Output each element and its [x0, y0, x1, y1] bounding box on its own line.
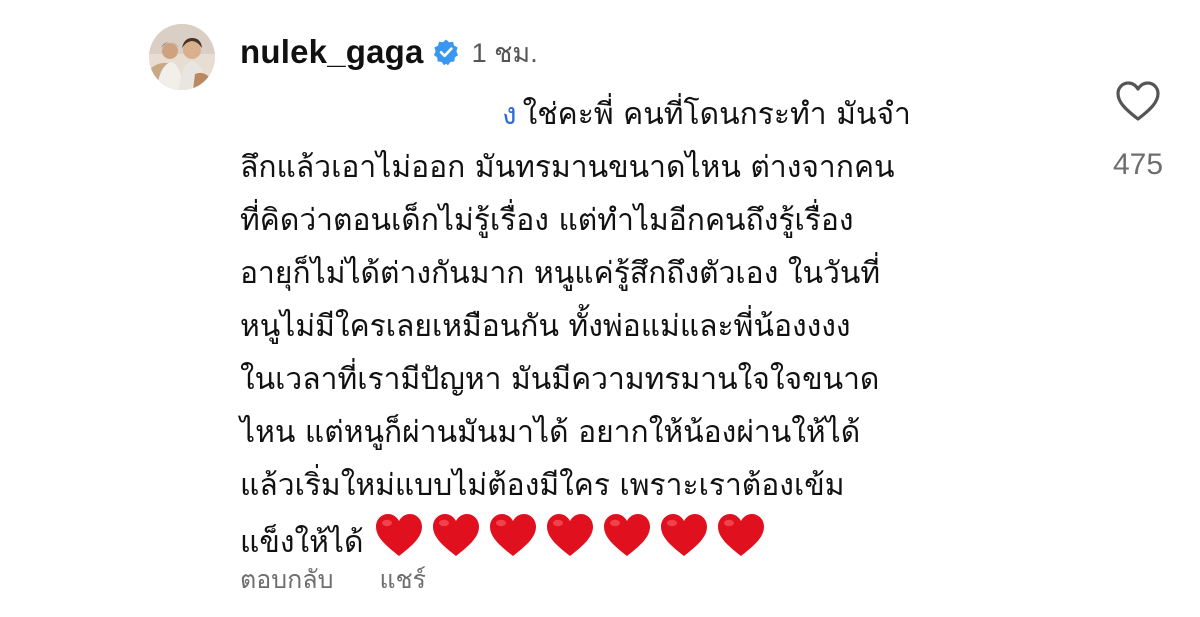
comment-line: แข็งให้ได้	[240, 512, 1070, 565]
share-button[interactable]: แชร์	[379, 560, 426, 600]
mention-mark: ง	[502, 97, 517, 132]
red-heart-emoji	[603, 514, 650, 556]
comment-line: ลึกแล้วเอาไม่ออก มันทรมานขนาดไหน ต่างจาก…	[240, 150, 895, 185]
comment-line: ที่คิดว่าตอนเด็กไม่รู้เรื่อง แต่ทำไมอีกค…	[240, 203, 854, 238]
comment-actions: ตอบกลับ แชร์	[240, 560, 426, 600]
red-heart-emoji	[717, 514, 764, 556]
like-column: 475	[1098, 80, 1178, 182]
comment-line-text: แข็งให้ได้	[240, 525, 364, 560]
red-heart-emoji	[546, 514, 593, 556]
heart-outline-icon[interactable]	[1115, 80, 1161, 122]
comment-header: nulek_gaga 1 ชม.	[240, 30, 538, 74]
comment-line: อายุก็ไม่ได้ต่างกันมาก หนูแค่รู้สึกถึงตั…	[240, 256, 881, 291]
heart-emoji-group	[374, 512, 773, 575]
comment-line: งใช่คะพี่ คนที่โดนกระทำ มันจำ	[240, 88, 1070, 141]
comment-line: หนูไม่มีใครเลยเหมือนกัน ทั้งพ่อแม่และพี่…	[240, 309, 851, 344]
comment-line: ไหน แต่หนูก็ผ่านมันมาได้ อยากให้น้องผ่าน…	[240, 415, 861, 450]
comment-line: แล้วเริ่มใหม่แบบไม่ต้องมีใคร เพราะเราต้อ…	[240, 468, 845, 503]
red-heart-emoji	[660, 514, 707, 556]
red-heart-emoji	[432, 514, 479, 556]
comment-line-text: ใช่คะพี่ คนที่โดนกระทำ มันจำ	[522, 97, 911, 132]
red-heart-emoji	[375, 514, 422, 556]
like-count: 475	[1112, 148, 1164, 181]
reply-button[interactable]: ตอบกลับ	[240, 560, 333, 600]
comment-text: งใช่คะพี่ คนที่โดนกระทำ มันจำ ลึกแล้วเอา…	[240, 88, 1070, 565]
timestamp: 1 ชม.	[471, 37, 538, 68]
avatar-image	[149, 24, 215, 90]
avatar[interactable]	[149, 24, 215, 90]
comment-line: ในเวลาที่เรามีปัญหา มันมีความทรมานใจใจขน…	[240, 362, 880, 397]
username[interactable]: nulek_gaga	[240, 33, 424, 71]
verified-badge-icon	[432, 38, 460, 66]
red-heart-emoji	[489, 514, 536, 556]
